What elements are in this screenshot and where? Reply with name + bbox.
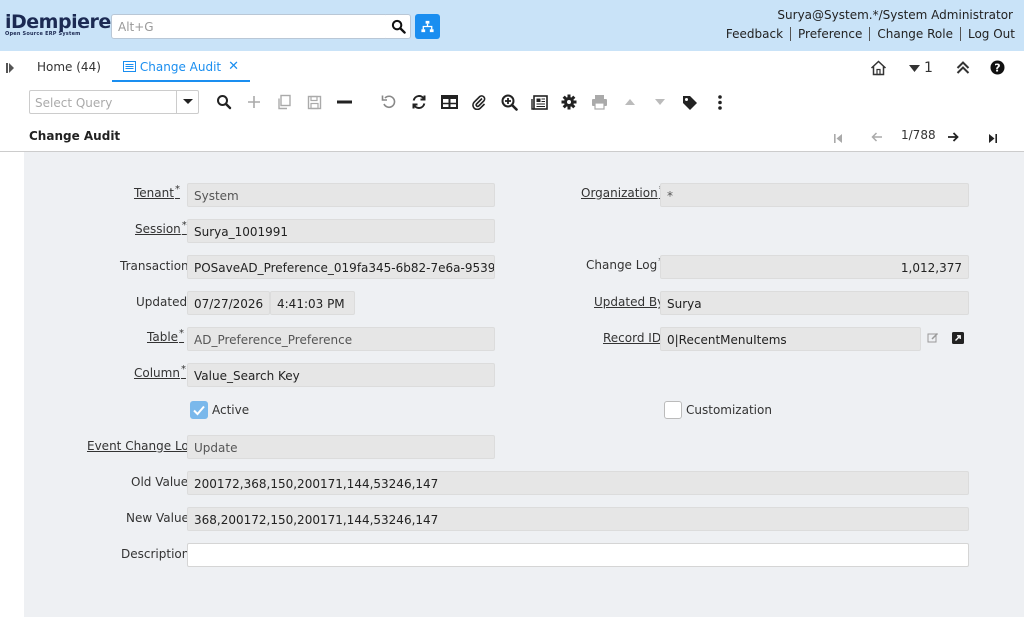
select-query-placeholder: Select Query [35, 96, 113, 110]
old-value-field[interactable]: 200172,368,150,200171,144,53246,147 [187, 471, 969, 495]
customization-label: Customization [686, 403, 772, 417]
change-role-link[interactable]: Change Role [870, 27, 961, 41]
global-search-input[interactable]: Alt+G [111, 14, 388, 39]
sitemap-icon [421, 20, 434, 33]
active-label: Active [212, 403, 250, 417]
record-id-label[interactable]: Record ID [603, 331, 661, 345]
attachment-icon[interactable] [470, 93, 488, 111]
active-checkbox[interactable] [190, 401, 208, 419]
updated-time-field[interactable]: 4:41:03 PM [270, 291, 355, 315]
description-field[interactable] [187, 543, 969, 567]
tab-home-label: Home (44) [37, 60, 101, 74]
refresh-icon[interactable] [410, 93, 428, 111]
edit-icon[interactable] [927, 332, 939, 347]
collapse-up-icon[interactable] [956, 61, 970, 77]
record-counter: 1/788 [901, 128, 936, 142]
old-value-label: Old Value [131, 475, 189, 489]
tenant-field[interactable]: System [187, 183, 495, 207]
session-field[interactable]: Surya_1001991 [187, 219, 495, 243]
change-log-label: Change Log* [586, 256, 663, 272]
record-form: Tenant* System Organization* * Session* … [24, 152, 1024, 617]
description-label: Description [121, 547, 190, 561]
open-record-icon[interactable] [952, 332, 964, 347]
tag-icon[interactable] [681, 93, 699, 111]
first-record-icon[interactable] [834, 132, 842, 146]
session-label[interactable]: Session* [135, 220, 187, 236]
feedback-link[interactable]: Feedback [719, 27, 792, 41]
window-count: 1 [924, 60, 933, 76]
copy-icon[interactable] [275, 93, 293, 111]
column-label[interactable]: Column* [134, 364, 186, 380]
window-title-bar: Change Audit 1/788 [0, 122, 1024, 152]
settings-icon[interactable] [560, 93, 578, 111]
header: iDempiere Open Source ERP System Alt+G S… [0, 0, 1024, 51]
caret-down-icon [183, 99, 193, 104]
next-record-icon[interactable] [651, 93, 669, 111]
logout-link[interactable]: Log Out [961, 27, 1015, 41]
window-title: Change Audit [29, 129, 121, 143]
window-icon [122, 61, 136, 72]
column-field[interactable]: Value_Search Key [187, 363, 495, 387]
search-icon [391, 19, 406, 34]
zoom-in-icon[interactable] [500, 93, 518, 111]
logo[interactable]: iDempiere Open Source ERP System [5, 12, 111, 37]
change-log-field[interactable]: 1,012,377 [660, 255, 969, 279]
transaction-field[interactable]: POSaveAD_Preference_019fa345-6b82-7e6a-9… [187, 255, 495, 279]
tab-change-audit[interactable]: Change Audit ✕ [111, 52, 251, 82]
select-query-dropdown[interactable]: Select Query [29, 90, 199, 114]
updated-date-field[interactable]: 07/27/2026 [187, 291, 270, 315]
save-icon[interactable] [305, 93, 323, 111]
help-icon[interactable]: ? [990, 60, 1005, 78]
customization-checkbox[interactable] [664, 401, 682, 419]
delete-icon[interactable] [335, 93, 353, 111]
user-info[interactable]: Surya@System.*/System Administrator [777, 8, 1013, 22]
updated-by-label[interactable]: Updated By [594, 295, 664, 309]
menu-tree-button[interactable] [415, 14, 440, 39]
svg-text:?: ? [994, 62, 1000, 75]
organization-label[interactable]: Organization* [581, 184, 664, 200]
organization-field[interactable]: * [660, 183, 969, 207]
new-record-icon[interactable] [245, 93, 263, 111]
home-icon[interactable] [870, 60, 887, 79]
window-tabs: Home (44) Change Audit ✕ [26, 52, 251, 82]
tab-change-audit-label: Change Audit [139, 60, 222, 74]
record-id-field[interactable]: 0|RecentMenuItems [660, 327, 921, 351]
event-change-log-label[interactable]: Event Change Log [87, 439, 196, 453]
logo-text: iDempiere [5, 11, 111, 33]
tab-home[interactable]: Home (44) [26, 52, 112, 82]
previous-record-icon[interactable] [621, 93, 639, 111]
grid-toggle-icon[interactable] [440, 93, 458, 111]
print-icon[interactable] [590, 93, 608, 111]
caret-down-icon [909, 64, 920, 72]
dropdown-arrow[interactable] [176, 91, 198, 113]
undo-icon[interactable] [380, 93, 398, 111]
updated-label: Updated [136, 295, 188, 309]
search-button[interactable] [386, 14, 411, 39]
header-links: Feedback Preference Change Role Log Out [719, 27, 1015, 41]
new-value-label: New Value [126, 511, 189, 525]
event-change-log-field[interactable]: Update [187, 435, 495, 459]
transaction-label: Transaction [120, 259, 189, 273]
more-icon[interactable] [711, 93, 729, 111]
updated-by-field[interactable]: Surya [660, 291, 969, 315]
close-icon[interactable]: ✕ [228, 60, 239, 80]
window-count-dropdown[interactable]: 1 [909, 60, 933, 76]
last-record-icon[interactable] [989, 132, 997, 146]
report-icon[interactable] [530, 93, 548, 111]
new-value-field[interactable]: 368,200172,150,200171,144,53246,147 [187, 507, 969, 531]
expand-panel-icon[interactable] [6, 62, 16, 73]
preference-link[interactable]: Preference [791, 27, 871, 41]
table-field[interactable]: AD_Preference_Preference [187, 327, 495, 351]
previous-arrow-icon[interactable] [871, 131, 882, 145]
find-icon[interactable] [215, 93, 233, 111]
checkmark-icon [193, 405, 205, 416]
tenant-label[interactable]: Tenant* [134, 184, 180, 200]
next-arrow-icon[interactable] [948, 131, 959, 145]
table-label[interactable]: Table* [147, 328, 184, 344]
